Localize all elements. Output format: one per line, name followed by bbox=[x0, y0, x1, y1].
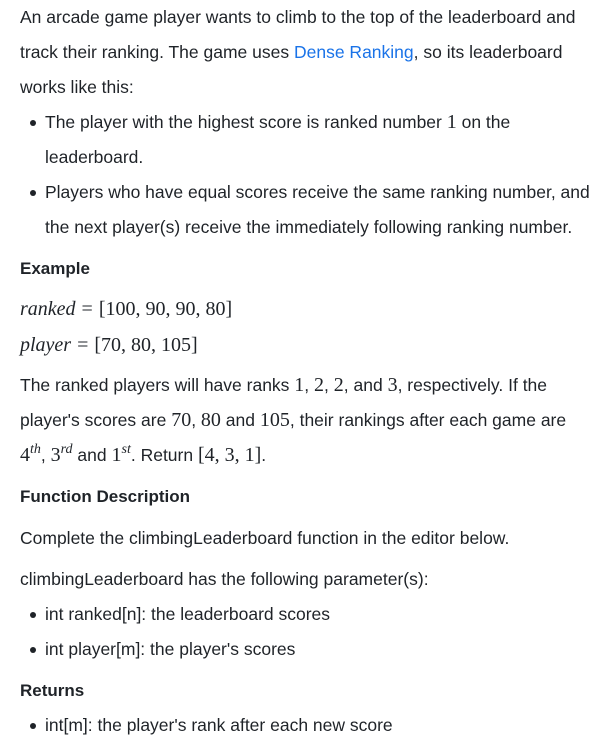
explanation-text: , and bbox=[343, 375, 388, 395]
player-variable: player bbox=[20, 334, 72, 356]
rule-item: The player with the highest score is ran… bbox=[20, 105, 590, 175]
explanation-text: , bbox=[304, 375, 315, 395]
ranked-equation: ranked = [100, 90, 90, 80] bbox=[20, 295, 232, 323]
rank-number: 1 bbox=[111, 444, 122, 466]
return-item: int[m]: the player's rank after each new… bbox=[20, 708, 590, 743]
ordinal-suffix: th bbox=[30, 442, 41, 457]
rule-item: Players who have equal scores receive th… bbox=[20, 175, 590, 245]
dense-ranking-link[interactable]: Dense Ranking bbox=[294, 42, 414, 62]
parameters-intro: climbingLeaderboard has the following pa… bbox=[20, 569, 429, 589]
ordinal-suffix: rd bbox=[60, 442, 73, 457]
rank-number: 3 bbox=[50, 444, 61, 466]
rank-fourth: 4th bbox=[20, 442, 41, 467]
rank-first: 1st bbox=[111, 442, 131, 467]
player-equation: player = [70, 80, 105] bbox=[20, 331, 198, 359]
math-value: 80 bbox=[200, 409, 221, 431]
math-value: 105 bbox=[259, 409, 290, 431]
math-value: 2 bbox=[314, 374, 325, 396]
explanation-text: and bbox=[220, 410, 260, 430]
parameter-item: int ranked[n]: the leaderboard scores bbox=[20, 597, 590, 632]
problem-statement: An arcade game player wants to climb to … bbox=[0, 0, 602, 753]
intro-paragraph: An arcade game player wants to climb to … bbox=[20, 0, 595, 105]
explanation-text: and bbox=[72, 445, 112, 465]
explanation-text: The ranked players will have ranks bbox=[20, 375, 295, 395]
function-description-heading: Function Description bbox=[20, 487, 190, 506]
explanation-text: , bbox=[40, 445, 51, 465]
returns-heading: Returns bbox=[20, 681, 85, 700]
ranked-value: [100, 90, 90, 80] bbox=[98, 298, 233, 320]
ranking-rules-list: The player with the highest score is ran… bbox=[20, 105, 590, 245]
rule-text: Players who have equal scores receive th… bbox=[45, 182, 590, 237]
explanation-text: , bbox=[324, 375, 334, 395]
equals-sign: = bbox=[77, 334, 89, 356]
math-value: 70 bbox=[171, 409, 192, 431]
example-explanation: The ranked players will have ranks 1, 2,… bbox=[20, 368, 595, 473]
explanation-text: . bbox=[261, 445, 267, 465]
ranked-variable: ranked bbox=[20, 298, 76, 320]
rule-text: The player with the highest score is ran… bbox=[45, 112, 447, 132]
rank-number: 4 bbox=[20, 444, 30, 466]
returns-list: int[m]: the player's rank after each new… bbox=[20, 708, 590, 743]
player-value: [70, 80, 105] bbox=[94, 334, 198, 356]
explanation-text: , bbox=[191, 410, 201, 430]
return-value-math: [4, 3, 1] bbox=[197, 444, 262, 466]
rank-one-math: 1 bbox=[446, 111, 457, 133]
ordinal-suffix: st bbox=[121, 442, 131, 457]
math-value: 3 bbox=[387, 374, 398, 396]
parameter-item: int player[m]: the player's scores bbox=[20, 632, 590, 667]
math-value: 2 bbox=[333, 374, 344, 396]
rank-third: 3rd bbox=[50, 442, 73, 467]
explanation-text: , their rankings after each game are bbox=[289, 410, 567, 430]
function-description-line: Complete the climbingLeaderboard functio… bbox=[20, 528, 510, 548]
parameters-list: int ranked[n]: the leaderboard scores in… bbox=[20, 597, 590, 667]
example-heading: Example bbox=[20, 259, 90, 278]
equals-sign: = bbox=[81, 298, 93, 320]
explanation-text: . Return bbox=[130, 445, 198, 465]
math-value: 1 bbox=[294, 374, 305, 396]
